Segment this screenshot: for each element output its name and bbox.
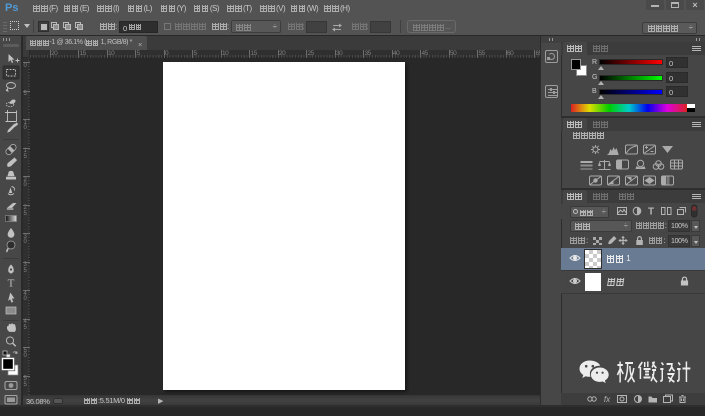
svg-text:T: T xyxy=(8,278,15,290)
svg-text:fx: fx xyxy=(604,395,611,404)
svg-text:T: T xyxy=(648,207,654,218)
